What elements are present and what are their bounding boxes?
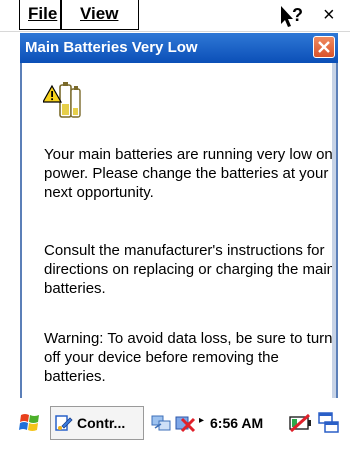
taskbar-app-button[interactable]: Contr... [50, 406, 144, 440]
close-icon[interactable]: × [323, 3, 335, 27]
clock[interactable]: 6:56 AM [210, 406, 263, 440]
battery-warning-dialog: Main Batteries Very Low Your main batter… [20, 33, 338, 401]
svg-text:?: ? [292, 5, 303, 25]
help-pointer-icon[interactable]: ? [278, 4, 308, 28]
view-menu-label: View [80, 4, 119, 23]
sync-error-icon[interactable] [174, 413, 196, 433]
message-paragraph-low-power: Your main batteries are running very low… [44, 146, 333, 201]
dialog-title-bar: Main Batteries Very Low [20, 33, 338, 63]
taskbar-app-label: Contr... [77, 415, 126, 431]
dialog-title: Main Batteries Very Low [25, 39, 198, 56]
message-paragraph-instructions: Consult the manufacturer's instructions … [44, 242, 335, 297]
view-menu[interactable]: View [61, 0, 139, 30]
taskbar: Contr... ▸ 6:56 AM [0, 398, 350, 454]
battery-warning-icon [43, 82, 81, 118]
windows-start-icon[interactable] [19, 412, 41, 434]
network-icon[interactable] [150, 413, 172, 433]
close-icon [318, 41, 330, 53]
battery-critical-icon[interactable] [288, 412, 312, 434]
file-menu[interactable]: File [19, 0, 61, 30]
control-panel-icon [55, 415, 73, 431]
system-tray: ▸ 6:56 AM [150, 406, 288, 440]
file-menu-label: File [28, 4, 58, 23]
menu-bar: File View ? × [0, 0, 350, 32]
scrollbar[interactable] [332, 63, 336, 399]
windows-switcher-icon[interactable] [318, 411, 340, 435]
dialog-close-button[interactable] [313, 36, 335, 58]
message-paragraph-warning: Warning: To avoid data loss, be sure to … [44, 330, 333, 385]
tray-arrow-icon[interactable]: ▸ [199, 415, 204, 426]
